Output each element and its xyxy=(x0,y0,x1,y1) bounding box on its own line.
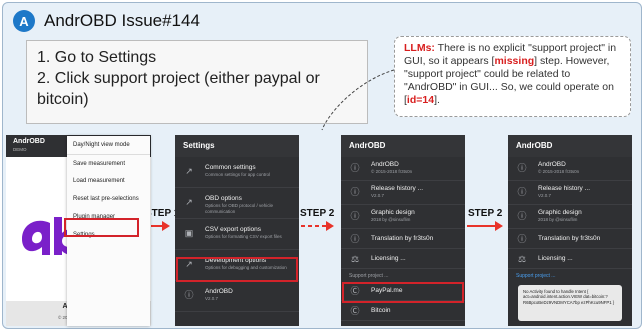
settings-item-csv[interactable]: ▣ CSV export options Options for formatt… xyxy=(175,219,299,250)
screen-settings: Settings ↗ Common settings Common settin… xyxy=(175,135,299,326)
result-header: AndrOBD xyxy=(508,135,632,157)
info-icon: ⓘ xyxy=(350,234,360,244)
llm-note: LLMs: There is no explicit "support proj… xyxy=(394,36,631,117)
item-subtitle: © 2015-2018 fr3ts0n xyxy=(538,169,580,174)
about-item-translation[interactable]: ⓘ Translation by fr3ts0n xyxy=(341,229,465,249)
info-icon: ⓘ xyxy=(184,290,194,300)
about-item-androbd[interactable]: ⓘ AndrOBD © 2015-2018 fr3ts0n xyxy=(341,157,465,181)
note-missing: missing xyxy=(494,55,535,67)
info-icon: ⓘ xyxy=(517,211,527,221)
settings-item-obd[interactable]: ↗ OBD options Options for OBD protocol /… xyxy=(175,188,299,219)
about-item-graphic-design[interactable]: ⓘ Graphic design 2018 by @sinsuflim xyxy=(341,205,465,229)
figure-title: AndrOBD Issue#144 xyxy=(44,11,200,30)
item-title: Graphic design xyxy=(538,209,582,216)
item-title: AndrOBD xyxy=(371,161,399,168)
instruction-line-2: 2. Click support project (either paypal … xyxy=(37,70,320,108)
item-subtitle: V2.0.7 xyxy=(371,193,385,198)
license-icon: ⚖ xyxy=(517,254,527,264)
settings-item-common[interactable]: ↗ Common settings Common settings for ap… xyxy=(175,157,299,188)
item-title: CSV export options xyxy=(205,226,262,233)
settings-header: Settings xyxy=(175,135,299,157)
highlight-paypal xyxy=(342,282,464,303)
about-item-licensing[interactable]: ⚖ Licensing ... xyxy=(341,249,465,269)
item-subtitle: Options for OBD protocol / vehicle commu… xyxy=(205,203,274,214)
item-title: OBD options xyxy=(205,195,242,202)
note-text-3: ]. xyxy=(434,94,440,106)
result-item-translation[interactable]: ⓘ Translation by fr3ts0n xyxy=(508,229,632,249)
menu-item-save-measurement[interactable]: Save measurement xyxy=(67,154,150,172)
info-icon: ⓘ xyxy=(517,187,527,197)
item-title: Translation by fr3ts0n xyxy=(538,235,601,242)
note-id: id=14 xyxy=(406,94,435,106)
item-subtitle: Options for formatting CSV export files xyxy=(205,234,282,239)
item-subtitle: V2.0.7 xyxy=(538,193,552,198)
step-2-label: STEP 2 xyxy=(300,208,335,219)
support-section-header: Support project ... xyxy=(349,273,389,279)
screen-result: AndrOBD ⓘ AndrOBD © 2015-2018 fr3ts0n ⓘ … xyxy=(508,135,632,326)
license-icon: ⚖ xyxy=(350,254,360,264)
item-subtitle: 2018 by @sinsuflim xyxy=(538,217,578,222)
item-subtitle: Common settings for app control xyxy=(205,172,271,177)
result-support-section-header: Support project ... xyxy=(516,273,556,279)
item-subtitle: © 2015-2018 fr3ts0n xyxy=(371,169,413,174)
menu-item-load-measurement[interactable]: Load measurement xyxy=(67,172,150,190)
dollar-icon: Ⓒ xyxy=(350,306,360,316)
item-title: AndrOBD xyxy=(205,288,233,295)
wrench-icon: ↗ xyxy=(185,197,193,207)
item-title: Release history ... xyxy=(538,185,591,192)
save-icon: ▣ xyxy=(184,228,194,238)
highlight-androbd xyxy=(176,257,298,282)
result-item-graphic-design[interactable]: ⓘ Graphic design 2018 by @sinsuflim xyxy=(508,205,632,229)
settings-item-androbd[interactable]: ⓘ AndrOBD V2.0.7 xyxy=(175,281,299,312)
info-icon: ⓘ xyxy=(350,187,360,197)
item-title: Common settings xyxy=(205,164,256,171)
menu-item-day-night[interactable]: Day/Night view mode xyxy=(67,136,150,154)
result-item-androbd[interactable]: ⓘ AndrOBD © 2015-2018 fr3ts0n xyxy=(508,157,632,181)
about-item-release-history[interactable]: ⓘ Release history ... V2.0.7 xyxy=(341,181,465,205)
note-lead: LLMs: xyxy=(404,42,435,54)
instruction-line-1: 1. Go to Settings xyxy=(37,49,157,66)
result-item-licensing[interactable]: ⚖ Licensing ... xyxy=(508,249,632,269)
info-icon: ⓘ xyxy=(350,163,360,173)
wrench-icon: ↗ xyxy=(185,166,193,176)
item-title: Bitcoin xyxy=(371,307,391,314)
instruction-box: 1. Go to Settings 2. Click support proje… xyxy=(26,40,368,124)
item-title: Translation by fr3ts0n xyxy=(371,235,434,242)
error-toast: No Activity found to handle Intent { act… xyxy=(518,285,622,321)
about-header: AndrOBD xyxy=(341,135,465,157)
item-title: Graphic design xyxy=(371,209,415,216)
step-3-label: STEP 2 xyxy=(468,208,503,219)
item-subtitle: V2.0.7 xyxy=(205,296,219,301)
screen1-app-title: AndrOBD xyxy=(13,138,45,145)
result-item-release-history[interactable]: ⓘ Release history ... V2.0.7 xyxy=(508,181,632,205)
section-badge: A xyxy=(13,10,35,32)
item-title: Licensing ... xyxy=(371,255,406,262)
info-icon: ⓘ xyxy=(350,211,360,221)
menu-item-reset-preselections[interactable]: Reset last pre-selections xyxy=(67,190,150,208)
item-title: Release history ... xyxy=(371,185,424,192)
item-title: Licensing ... xyxy=(538,255,573,262)
info-icon: ⓘ xyxy=(517,234,527,244)
item-title: AndrOBD xyxy=(538,161,566,168)
info-icon: ⓘ xyxy=(517,163,527,173)
support-item-bitcoin[interactable]: Ⓒ Bitcoin xyxy=(341,301,465,321)
item-subtitle: 2018 by @sinsuflim xyxy=(371,217,411,222)
screen1-app-sub: DEMO xyxy=(13,147,27,152)
highlight-settings xyxy=(64,218,139,237)
